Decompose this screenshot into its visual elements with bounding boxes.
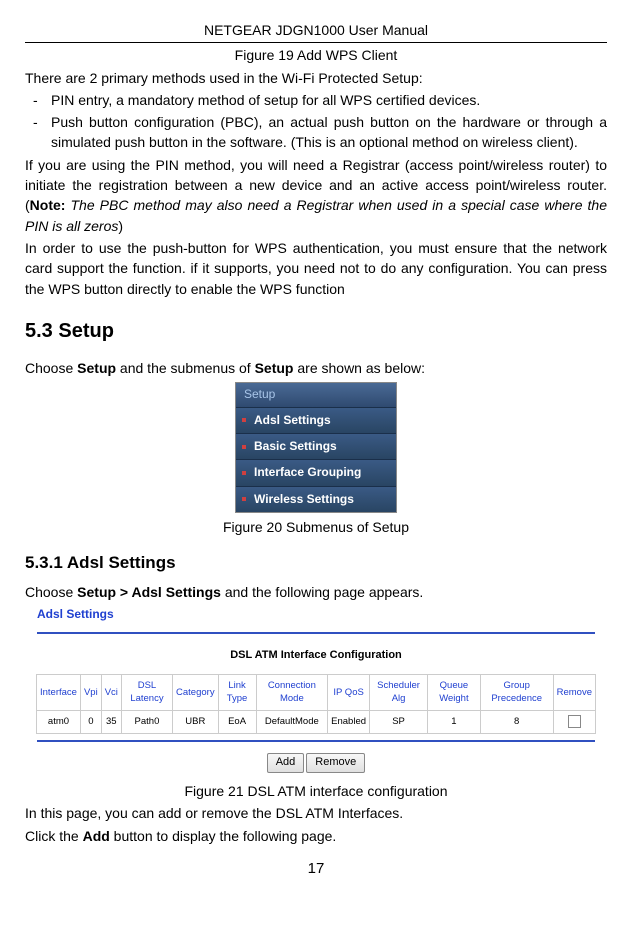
figure-21-caption: Figure 21 DSL ATM interface configuratio… [25,781,607,801]
figure-19-caption: Figure 19 Add WPS Client [25,45,607,65]
divider [37,740,595,742]
click-add-text: Click the Add button to display the foll… [25,826,607,846]
document-header: NETGEAR JDGN1000 User Manual [25,20,607,43]
atm-interface-table: Interface Vpi Vci DSL Latency Category L… [36,674,596,734]
adsl-settings-title: Adsl Settings [37,606,607,623]
push-button-paragraph: In order to use the push-button for WPS … [25,238,607,299]
table-row: atm0 0 35 Path0 UBR EoA DefaultMode Enab… [37,711,596,734]
config-title: DSL ATM Interface Configuration [25,648,607,664]
bullet-1: - PIN entry, a mandatory method of setup… [33,90,607,110]
page-number: 17 [25,858,607,880]
add-button[interactable]: Add [267,753,305,773]
remove-button[interactable]: Remove [306,753,365,773]
pin-method-paragraph: If you are using the PIN method, you wil… [25,155,607,236]
bullet-2: - Push button configuration (PBC), an ac… [33,112,607,153]
figure-20-caption: Figure 20 Submenus of Setup [25,517,607,537]
menu-item-interface: Interface Grouping [236,459,396,485]
adsl-intro: Choose Setup > Adsl Settings and the fol… [25,582,607,602]
section-5-3-1-heading: 5.3.1 Adsl Settings [25,551,607,576]
remove-checkbox[interactable] [568,715,581,728]
menu-item-adsl: Adsl Settings [236,407,396,433]
setup-menu-screenshot: Setup Adsl Settings Basic Settings Inter… [235,382,397,513]
table-header-row: Interface Vpi Vci DSL Latency Category L… [37,674,596,711]
setup-intro: Choose Setup and the submenus of Setup a… [25,358,607,378]
menu-header: Setup [236,383,396,406]
divider [37,632,595,634]
menu-item-wireless: Wireless Settings [236,486,396,512]
menu-item-basic: Basic Settings [236,433,396,459]
add-remove-text: In this page, you can add or remove the … [25,803,607,823]
intro-text: There are 2 primary methods used in the … [25,68,607,88]
section-5-3-heading: 5.3 Setup [25,317,607,346]
